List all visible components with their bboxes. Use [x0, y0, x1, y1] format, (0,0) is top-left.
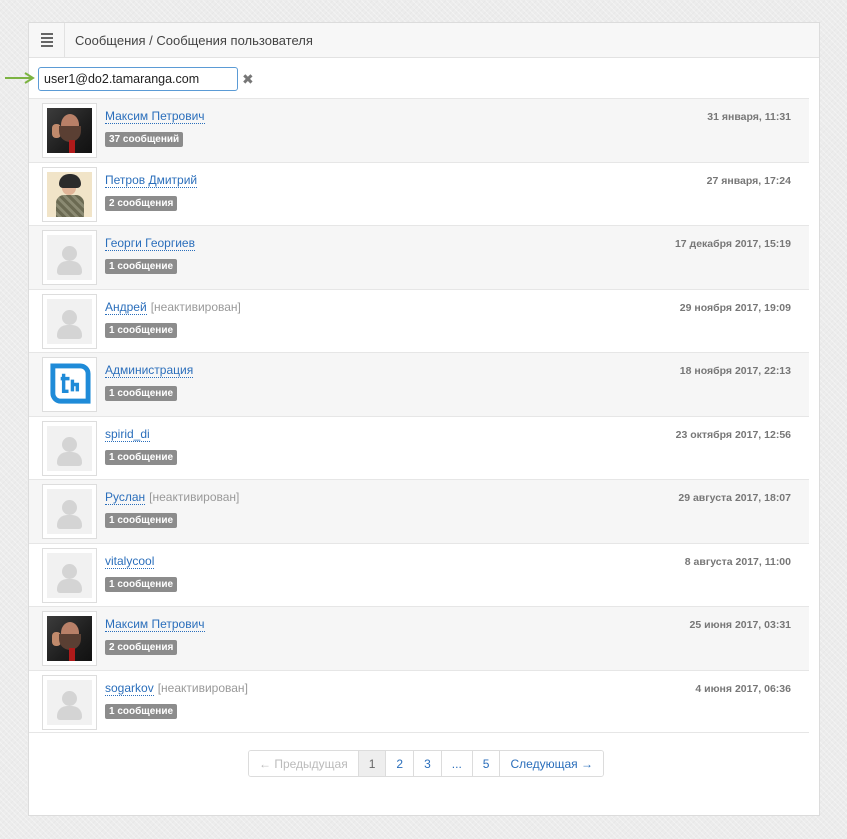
avatar[interactable] [42, 230, 97, 285]
message-date: 29 августа 2017, 18:07 [678, 492, 791, 504]
name-line: sogarkov [неактивирован] [105, 680, 248, 696]
avatar-placeholder-icon [47, 489, 92, 534]
avatar-photo [47, 108, 92, 153]
avatar[interactable] [42, 674, 97, 730]
pagination: ← Предыдущая 1 2 3... 5 Следующая → [248, 750, 604, 777]
avatar[interactable] [42, 293, 97, 349]
inactive-status: [неактивирован] [157, 680, 248, 695]
message-count-badge: 1 сообщение [105, 259, 178, 274]
tamaranga-logo-icon [47, 362, 92, 407]
breadcrumb: Сообщения / Сообщения пользователя [75, 32, 313, 48]
message-date: 4 июня 2017, 06:36 [695, 682, 791, 695]
avatar-placeholder-icon [47, 298, 92, 344]
list-item[interactable]: Андрей [неактивирован] 1 сообщение 29 ноябр… [29, 288, 809, 352]
message-date: 31 января, 11:31 [707, 111, 791, 123]
search-input[interactable] [38, 67, 238, 91]
avatar[interactable] [42, 611, 97, 666]
avatar[interactable] [42, 420, 97, 476]
message-count-badge: 2 сообщения [105, 640, 178, 655]
name-line: Андрей [неактивирован] [105, 299, 241, 315]
avatar-photo [47, 616, 92, 661]
page-link[interactable]: ... [441, 751, 473, 776]
panel-header: Сообщения / Сообщения пользователя [29, 22, 819, 58]
avatar[interactable] [42, 103, 97, 158]
search-row: ✖ [38, 67, 254, 91]
message-count-badge: 1 сообщение [105, 703, 178, 719]
message-count-badge: 1 сообщение [105, 513, 178, 528]
list-item[interactable]: spirid_di 1 сообщение 23 октября 2017, 12:… [29, 415, 809, 479]
list-item[interactable]: vitalycool 1 сообщение 8 августа 2017, 11:… [29, 542, 809, 606]
user-name-link[interactable]: Руслан [105, 490, 146, 505]
message-date: 8 августа 2017, 11:00 [684, 555, 791, 568]
hamburger-icon [40, 31, 53, 49]
list-item[interactable]: Максим Петрович 37 сообщений 31 января, 11… [29, 98, 809, 162]
avatar-placeholder-icon [47, 425, 92, 471]
user-name-link[interactable]: Петров Дмитрий [105, 172, 198, 188]
avatar-placeholder-icon [47, 679, 92, 725]
name-line: Максим Петрович [105, 109, 205, 124]
list-item[interactable]: sogarkov [неактивирован] 1 сообщение 4 июня… [29, 669, 809, 733]
page-link[interactable]: 1 [358, 751, 387, 776]
list-item[interactable]: Петров Дмитрий 2 сообщения 27 января, 17:2… [29, 161, 809, 225]
conversation-list: Максим Петрович 37 сообщений 31 января, 11… [29, 98, 809, 733]
user-name-link[interactable]: Георги Георгиев [105, 236, 195, 251]
message-date: 23 октября 2017, 12:56 [675, 428, 791, 441]
avatar-photo [47, 171, 92, 217]
user-name-link[interactable]: Андрей [105, 299, 147, 315]
name-line: Руслан [неактивирован] [105, 490, 240, 505]
avatar[interactable] [42, 357, 97, 412]
message-count-badge: 1 сообщение [105, 322, 178, 338]
name-line: Администрация [105, 363, 194, 378]
avatar[interactable] [42, 484, 97, 539]
inactive-status: [неактивирован] [149, 490, 240, 504]
prev-page-button: ← Предыдущая [249, 751, 359, 776]
list-item[interactable]: Руслан [неактивирован] 1 сообщение 29 авгус… [29, 479, 809, 543]
message-date: 18 ноября 2017, 22:13 [679, 365, 791, 377]
list-item[interactable]: Максим Петрович 2 сообщения 25 июня 2017, … [29, 606, 809, 670]
page-link[interactable]: 5 [472, 751, 501, 776]
next-page-button[interactable]: Следующая → [500, 751, 603, 776]
user-name-link[interactable]: Администрация [105, 363, 194, 378]
user-name-link[interactable]: vitalycool [105, 553, 155, 569]
user-name-link[interactable]: spirid_di [105, 426, 150, 442]
message-date: 27 января, 17:24 [706, 174, 791, 187]
avatar-placeholder-icon [47, 235, 92, 280]
message-count-badge: 1 сообщение [105, 386, 178, 401]
page-link[interactable]: 2 [386, 751, 415, 776]
name-line: Петров Дмитрий [105, 172, 198, 188]
user-name-link[interactable]: sogarkov [105, 680, 154, 696]
page-link[interactable]: 3 [414, 751, 442, 776]
name-line: Максим Петрович [105, 617, 205, 632]
message-count-badge: 1 сообщение [105, 576, 178, 592]
message-count-badge: 37 сообщений [105, 132, 184, 147]
user-name-link[interactable]: Максим Петрович [105, 617, 205, 632]
avatar[interactable] [42, 166, 97, 222]
message-date: 29 ноября 2017, 19:09 [679, 301, 791, 314]
avatar-placeholder-icon [47, 552, 92, 598]
message-count-badge: 2 сообщения [105, 195, 178, 211]
message-date: 25 июня 2017, 03:31 [689, 619, 791, 631]
messages-panel: Сообщения / Сообщения пользователя ✖ Мак… [28, 22, 820, 816]
menu-toggle-button[interactable] [29, 22, 65, 58]
message-count-badge: 1 сообщение [105, 449, 178, 465]
list-item[interactable]: Георги Георгиев 1 сообщение 17 декабря 201… [29, 225, 809, 289]
avatar[interactable] [42, 547, 97, 603]
name-line: Георги Георгиев [105, 236, 195, 251]
inactive-status: [неактивирован] [150, 299, 241, 314]
message-date: 17 декабря 2017, 15:19 [674, 238, 791, 250]
name-line: spirid_di [105, 426, 150, 442]
close-icon[interactable]: ✖ [242, 71, 254, 88]
arrow-right-icon [5, 72, 35, 84]
name-line: vitalycool [105, 553, 155, 569]
list-item[interactable]: Администрация 1 сообщение 18 ноября 2017, … [29, 352, 809, 416]
user-name-link[interactable]: Максим Петрович [105, 109, 205, 124]
